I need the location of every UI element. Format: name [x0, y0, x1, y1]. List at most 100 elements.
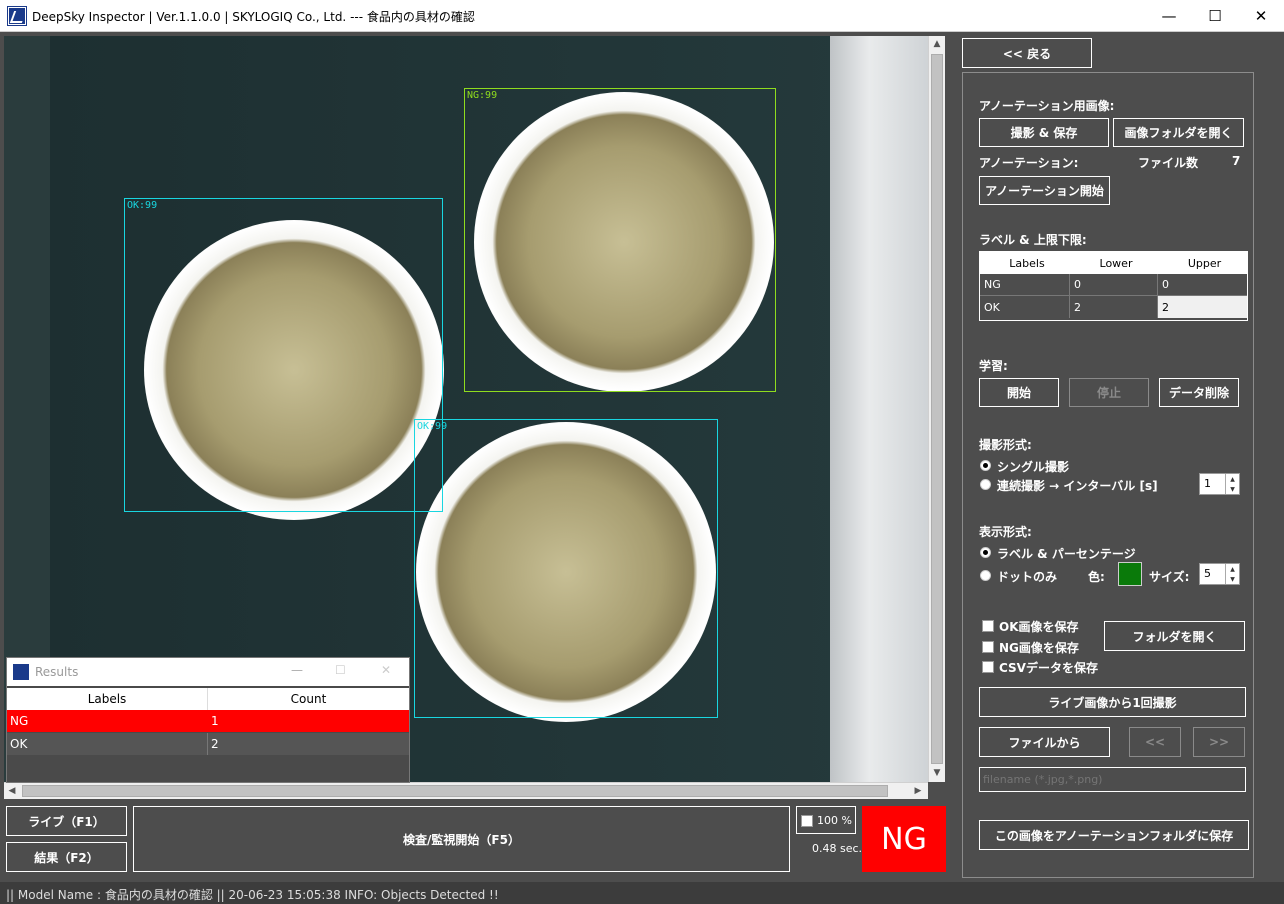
table-row[interactable]: NG 1	[7, 710, 409, 732]
interval-value: 1	[1204, 477, 1211, 490]
display-mode-label: 表示形式:	[979, 525, 1032, 539]
filename-input[interactable]	[979, 767, 1246, 792]
file-count: 7	[1232, 154, 1241, 168]
table-cell-upper[interactable]: 0	[1158, 274, 1247, 296]
increment-icon[interactable]: ▲	[1225, 474, 1239, 484]
size-label: サイズ:	[1149, 570, 1190, 584]
live-button[interactable]: ライブ（F1）	[6, 806, 127, 836]
open-folder-button[interactable]: フォルダを開く	[1104, 621, 1245, 651]
maximize-button[interactable]: ☐	[1192, 0, 1238, 32]
annotation-label: アノーテーション:	[979, 156, 1079, 170]
result-button[interactable]: 結果（F2）	[6, 842, 127, 872]
scroll-right-icon[interactable]: ▶	[910, 783, 926, 799]
save-csv-label: CSVデータを保存	[999, 661, 1098, 675]
vertical-scrollbar[interactable]: ▲ ▼	[928, 36, 945, 782]
dot-color-swatch[interactable]	[1118, 562, 1142, 586]
window-title: DeepSky Inspector | Ver.1.1.0.0 | SKYLOG…	[32, 10, 475, 24]
save-to-annotation-folder-button[interactable]: この画像をアノーテーションフォルダに保存	[979, 820, 1249, 850]
table-cell-upper-editing[interactable]: 2	[1158, 296, 1247, 318]
from-file-button[interactable]: ファイルから	[979, 727, 1110, 757]
close-icon[interactable]: ✕	[381, 663, 391, 677]
column-header: Labels	[1009, 256, 1045, 270]
capture-once-button[interactable]: ライブ画像から1回撮影	[979, 687, 1246, 717]
training-label: 学習:	[979, 359, 1008, 373]
scroll-thumb[interactable]	[931, 54, 943, 764]
dots-only-radio[interactable]	[980, 570, 991, 581]
zoom-checkbox[interactable]	[801, 815, 813, 827]
decrement-icon[interactable]: ▼	[1225, 574, 1239, 584]
save-ok-images-label: OK画像を保存	[999, 620, 1079, 634]
zoom-label: 100 %	[817, 814, 852, 827]
decrement-icon[interactable]: ▼	[1225, 484, 1239, 494]
scroll-up-icon[interactable]: ▲	[929, 36, 945, 52]
scroll-left-icon[interactable]: ◀	[4, 783, 20, 799]
train-start-button[interactable]: 開始	[979, 378, 1059, 407]
single-capture-radio[interactable]	[980, 460, 991, 471]
size-stepper[interactable]: 5 ▲ ▼	[1199, 563, 1240, 585]
results-table-header: Labels Count	[7, 688, 409, 710]
status-bar: || Model Name : 食品内の具材の確認 || 20-06-23 15…	[0, 882, 1284, 904]
results-title-bar: Results — ☐ ✕	[7, 658, 409, 686]
results-window[interactable]: Results — ☐ ✕ Labels Count NG 1 OK 2	[6, 657, 410, 783]
minimize-button[interactable]: —	[1146, 0, 1192, 32]
dots-only-label: ドットのみ	[997, 570, 1058, 584]
label-limits-title: ラベル & 上限下限:	[979, 233, 1087, 247]
open-image-folder-button[interactable]: 画像フォルダを開く	[1113, 118, 1244, 147]
save-ok-images-checkbox[interactable]	[982, 620, 994, 632]
tray-edge	[830, 36, 928, 782]
table-cell-label: NG	[980, 274, 1070, 296]
save-ng-images-label: NG画像を保存	[999, 641, 1079, 655]
detection-box-ok[interactable]	[124, 198, 443, 512]
table-cell-label: OK	[980, 296, 1070, 318]
results-title: Results	[35, 665, 79, 679]
save-ng-images-checkbox[interactable]	[982, 641, 994, 653]
table-row[interactable]: OK 2	[7, 733, 409, 755]
column-header: Upper	[1187, 256, 1222, 270]
title-bar: DeepSky Inspector | Ver.1.1.0.0 | SKYLOG…	[0, 0, 1284, 32]
next-file-button[interactable]: >>	[1193, 727, 1245, 757]
save-csv-checkbox[interactable]	[982, 661, 994, 673]
table-cell-lower[interactable]: 2	[1070, 296, 1158, 318]
row-label: OK	[10, 737, 28, 751]
column-divider	[207, 733, 208, 755]
close-button[interactable]: ✕	[1238, 0, 1284, 32]
prev-file-button[interactable]: <<	[1129, 727, 1181, 757]
column-header: Count	[290, 692, 327, 706]
back-button[interactable]: << 戻る	[962, 38, 1092, 68]
row-count: 2	[211, 737, 219, 751]
table-cell-lower[interactable]: 0	[1070, 274, 1158, 296]
scroll-down-icon[interactable]: ▼	[929, 765, 945, 781]
detection-label: NG:99	[467, 90, 498, 101]
increment-icon[interactable]: ▲	[1225, 564, 1239, 574]
zoom-checkbox-box[interactable]: 100 %	[796, 806, 856, 834]
row-count: 1	[211, 714, 219, 728]
color-label: 色:	[1088, 570, 1105, 584]
continuous-capture-radio[interactable]	[980, 479, 991, 490]
start-annotation-button[interactable]: アノーテーション開始	[979, 176, 1110, 205]
delete-data-button[interactable]: データ削除	[1159, 378, 1239, 407]
maximize-icon[interactable]: ☐	[335, 663, 346, 677]
column-header: Labels	[87, 692, 127, 706]
minimize-icon[interactable]: —	[291, 663, 303, 677]
elapsed-time: 0.48 sec.	[812, 842, 863, 855]
detection-box-ok[interactable]	[414, 419, 718, 718]
continuous-capture-label: 連続撮影 → インターバル [s]	[997, 479, 1158, 493]
verdict-badge: NG	[862, 806, 946, 872]
interval-stepper[interactable]: 1 ▲ ▼	[1199, 473, 1240, 495]
detection-label: OK:99	[417, 421, 448, 432]
annotation-image-label: アノーテーション用画像:	[979, 99, 1115, 113]
scroll-thumb[interactable]	[22, 785, 888, 797]
size-value: 5	[1204, 567, 1211, 580]
label-percentage-radio[interactable]	[980, 547, 991, 558]
detection-box-ng[interactable]	[464, 88, 776, 392]
column-header: Lower	[1099, 256, 1133, 270]
file-count-label: ファイル数	[1138, 156, 1199, 170]
train-stop-button[interactable]: 停止	[1069, 378, 1149, 407]
limits-table[interactable]: Labels Lower Upper NG 0 0 OK 2 2	[979, 251, 1248, 321]
app-logo-icon	[13, 664, 29, 680]
app-logo-icon	[7, 6, 27, 26]
inspect-start-button[interactable]: 検査/監視開始（F5）	[133, 806, 790, 872]
horizontal-scrollbar[interactable]: ◀ ▶	[4, 782, 928, 799]
capture-mode-label: 撮影形式:	[979, 438, 1032, 452]
capture-save-button[interactable]: 撮影 & 保存	[979, 118, 1109, 147]
